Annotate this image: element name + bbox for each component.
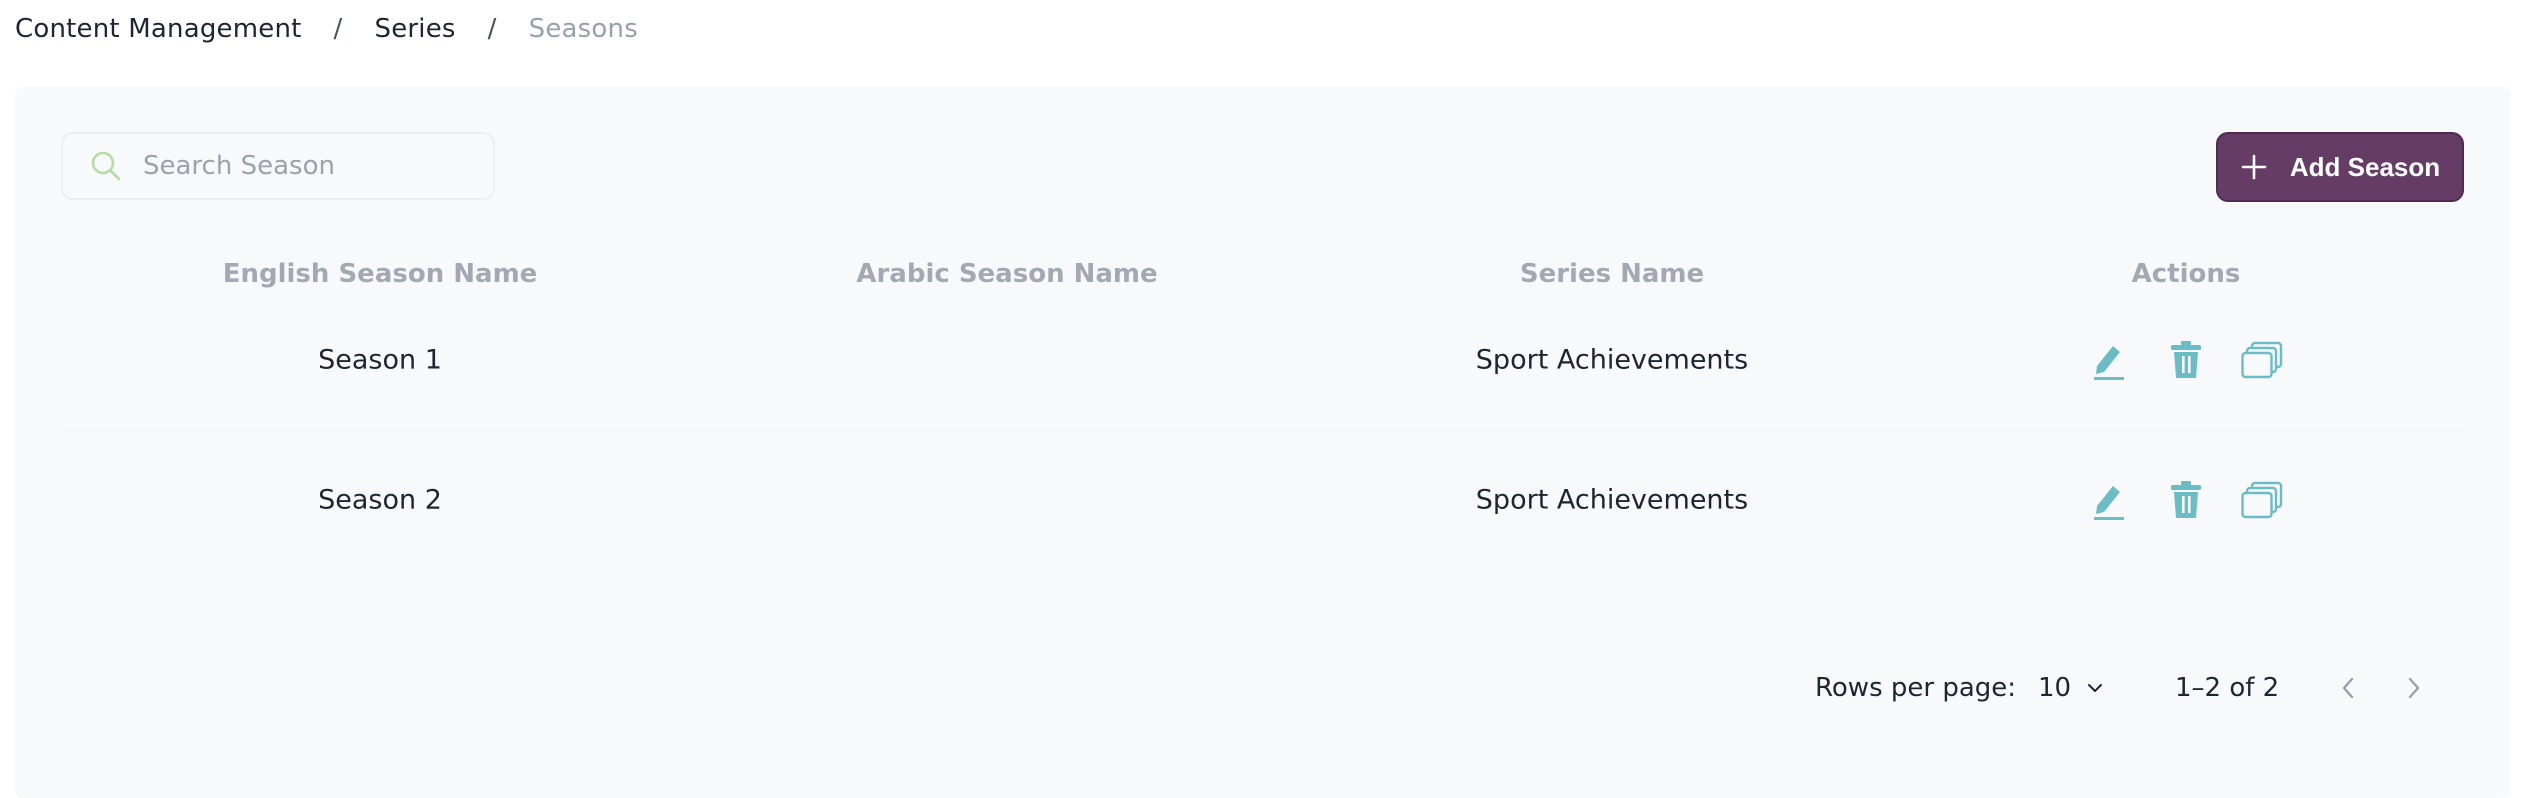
trash-icon	[2171, 341, 2201, 378]
delete-button[interactable]	[2164, 338, 2208, 382]
table-row: Season 2 Sport Achievements	[61, 430, 2465, 570]
pagination-range: 1–2 of 2	[2175, 673, 2280, 703]
edit-button[interactable]	[2087, 478, 2131, 522]
column-header-actions: Actions	[2131, 259, 2241, 289]
table-row: Season 1 Sport Achievements	[61, 290, 2465, 431]
column-header-series-name[interactable]: Series Name	[1520, 259, 1704, 289]
chevron-down-icon	[2088, 684, 2103, 692]
breadcrumb-separator: /	[487, 14, 497, 44]
pencil-icon	[2094, 486, 2124, 520]
pencil-icon	[2094, 346, 2124, 380]
copy-icon	[2241, 341, 2283, 379]
search-icon	[91, 151, 121, 181]
previous-page-button[interactable]	[2328, 668, 2368, 708]
edit-button[interactable]	[2087, 338, 2131, 382]
add-season-button[interactable]: Add Season	[2216, 132, 2464, 202]
search-box[interactable]	[61, 132, 495, 200]
copy-button[interactable]	[2240, 478, 2284, 522]
trash-icon	[2171, 481, 2201, 518]
seasons-panel: Add Season English Season Name Arabic Se…	[15, 86, 2511, 798]
cell-english-season-name: Season 2	[318, 484, 442, 516]
breadcrumb: Content Management / Series / Seasons	[15, 10, 638, 48]
delete-button[interactable]	[2164, 478, 2208, 522]
breadcrumb-separator: /	[333, 14, 343, 44]
chevron-left-icon	[2342, 677, 2354, 699]
chevron-right-icon	[2408, 677, 2420, 699]
rows-per-page-label: Rows per page:	[1815, 673, 2017, 703]
cell-english-season-name: Season 1	[318, 344, 442, 376]
column-header-english-season-name[interactable]: English Season Name	[223, 259, 538, 289]
breadcrumb-seasons: Seasons	[528, 14, 638, 44]
rows-per-page-value: 10	[2038, 673, 2072, 703]
copy-button[interactable]	[2240, 338, 2284, 382]
rows-per-page-select[interactable]: 10	[2038, 673, 2105, 703]
column-header-arabic-season-name[interactable]: Arabic Season Name	[856, 259, 1157, 289]
cell-series-name: Sport Achievements	[1475, 484, 1749, 516]
breadcrumb-content-management[interactable]: Content Management	[15, 14, 302, 44]
plus-icon	[2241, 154, 2267, 180]
copy-icon	[2241, 481, 2283, 519]
cell-series-name: Sport Achievements	[1475, 344, 1749, 376]
add-season-label: Add Season	[2289, 151, 2441, 182]
next-page-button[interactable]	[2394, 668, 2434, 708]
search-input[interactable]	[141, 150, 465, 182]
breadcrumb-series[interactable]: Series	[375, 14, 456, 44]
